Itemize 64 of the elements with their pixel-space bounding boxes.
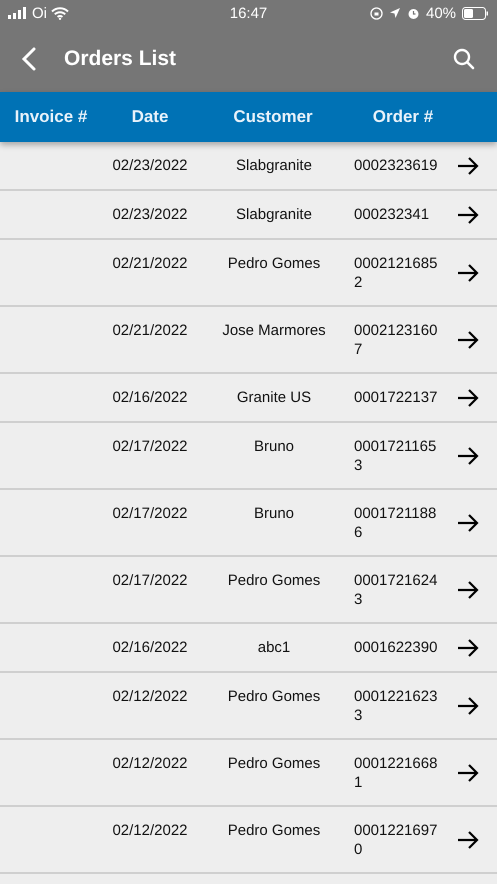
table-cell-text: 00017211886 [354,504,438,542]
table-cell-text: 00012216233 [354,687,438,725]
arrow-icon[interactable] [456,205,480,225]
table-cell-text: Pedro Gomes [226,571,322,590]
column-header[interactable]: Date [102,107,198,127]
arrow-icon[interactable] [456,330,480,350]
battery-icon [462,6,490,20]
battery-percent: 40% [426,4,456,22]
table-cell-text: 00017216243 [354,571,438,609]
arrow-icon[interactable] [456,830,480,850]
table-cell-text: 02/21/2022 [111,321,189,340]
table-cell-text: 0002323619 [354,156,438,175]
table-cell-text: 02/12/2022 [111,754,189,773]
table-cell-text: Jose Marmores [221,321,327,340]
table-cell-text: Bruno [252,437,296,456]
table-cell-text: Pedro Gomes [226,754,322,773]
table-cell-text: 02/23/2022 [111,156,189,175]
carrier-name: Oi [32,4,47,22]
table-cell-text: 00012216970 [354,821,438,859]
back-icon[interactable] [22,47,36,71]
table-cell-text: Granite US [236,388,312,407]
table-cell-text: 02/16/2022 [111,388,189,407]
wifi-icon [51,6,69,20]
table-cell-text: 0001622390 [354,638,438,657]
page-title: Orders List [64,47,178,71]
table-cell-text: 02/23/2022 [111,205,189,224]
table-cell-text: 0001722137 [354,388,438,407]
table-cell-text: 00017211653 [354,437,438,475]
arrow-icon[interactable] [456,763,480,783]
arrow-icon[interactable] [456,388,480,408]
table-cell-text: 02/17/2022 [111,504,189,523]
column-header[interactable]: Order # [348,107,458,127]
arrow-icon[interactable] [456,580,480,600]
arrow-icon[interactable] [456,696,480,716]
table-cell-text: Bruno [252,504,296,523]
table-cell-text: 02/21/2022 [111,254,189,273]
arrow-icon[interactable] [456,638,480,658]
table-cell-text: 000232341 [354,205,430,224]
status-time: 16:47 [230,4,268,22]
table-cell-text: 00021231607 [354,321,438,359]
table-cell-text: 02/17/2022 [111,437,189,456]
table-cell-text: Pedro Gomes [226,687,322,706]
table-cell-text: Pedro Gomes [226,821,322,840]
location-icon [388,7,401,19]
table-cell-text: 02/16/2022 [111,638,189,657]
table-cell-text: 00021216852 [354,254,438,292]
arrow-icon[interactable] [456,263,480,283]
table-cell-text: Pedro Gomes [226,254,322,273]
table-cell-text: Slabgranite [235,205,313,224]
arrow-icon[interactable] [456,446,480,466]
search-icon[interactable] [453,48,475,70]
table-cell-text: 02/17/2022 [111,571,189,590]
column-header[interactable]: Invoice # [0,107,102,127]
arrow-icon[interactable] [456,513,480,533]
column-header[interactable]: Customer [198,107,348,127]
signal-icon [8,7,28,19]
table-cell-text: abc1 [256,638,292,657]
table-cell-text: 02/12/2022 [111,687,189,706]
table-cell-text: Slabgranite [235,156,313,175]
table-cell-text: 00012216681 [354,754,438,792]
table-cell-text: 02/12/2022 [111,821,189,840]
arrow-icon[interactable] [456,156,480,176]
alarm-icon [406,6,420,20]
rotation-lock-icon [370,6,383,20]
